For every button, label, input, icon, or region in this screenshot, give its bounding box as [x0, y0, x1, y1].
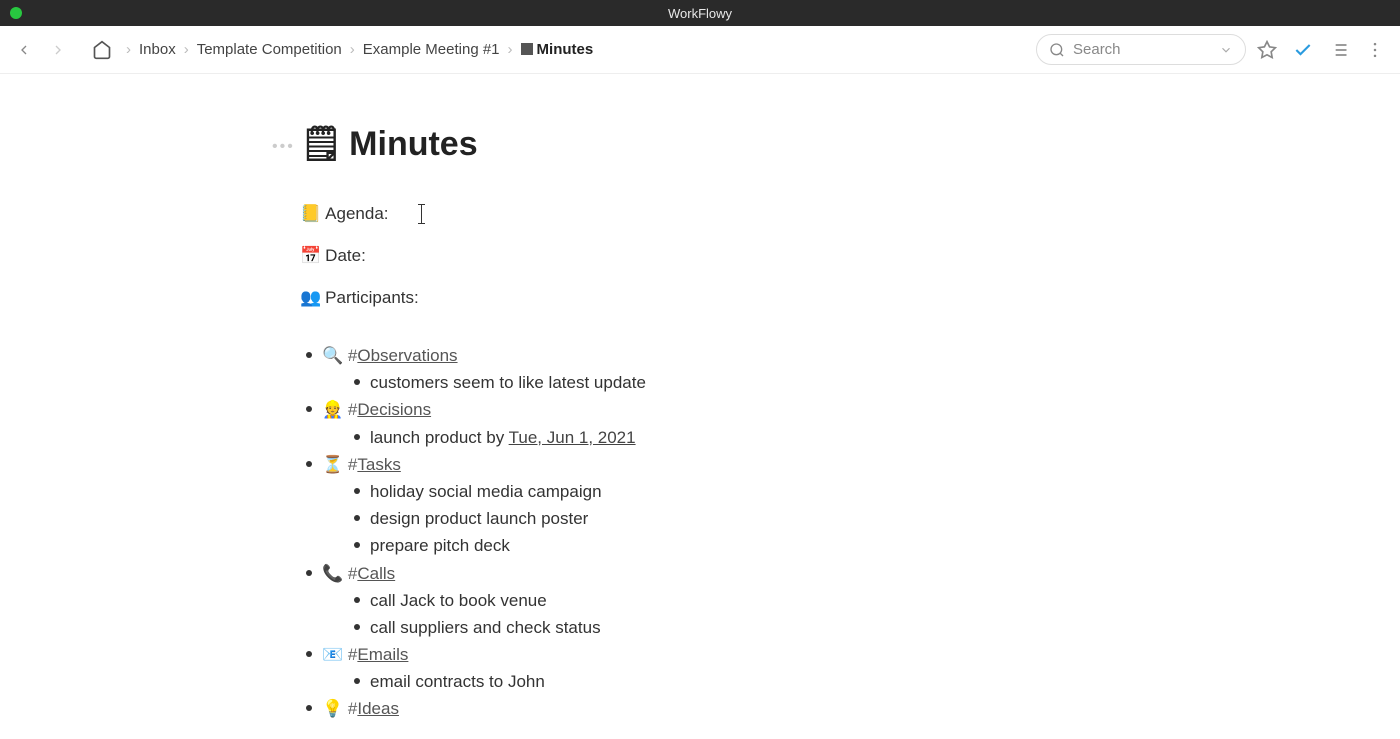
list-item[interactable]: call Jack to book venue [354, 587, 1060, 614]
notepad-icon: 🗒 [300, 124, 343, 164]
document-content: ••• 🗒 Minutes 📒Agenda: 📅Date: 👥Participant… [0, 74, 1400, 723]
breadcrumb: › Inbox › Template Competition › Example… [126, 41, 593, 58]
hashtag-link[interactable]: #Tasks [348, 455, 401, 474]
list-item-text: call Jack to book venue [370, 587, 547, 614]
bullet-icon[interactable] [354, 678, 360, 684]
hashtag-link[interactable]: #Ideas [348, 699, 399, 718]
meta-emoji-icon: 👥 [300, 288, 321, 308]
list-item-text: email contracts to John [370, 668, 545, 695]
text-cursor-icon [421, 205, 422, 223]
home-button[interactable] [88, 36, 116, 64]
bullet-icon[interactable] [354, 379, 360, 385]
app-title: WorkFlowy [668, 6, 732, 21]
page-title[interactable]: 🗒 Minutes [300, 124, 478, 164]
bullet-icon[interactable] [306, 461, 312, 467]
meta-label: Agenda: [325, 204, 388, 224]
search-icon [1049, 42, 1065, 58]
list-item[interactable]: customers seem to like latest update [354, 369, 1060, 396]
section-emoji-icon: ⏳ [322, 451, 343, 478]
list-item[interactable]: 📧 #Emails [306, 641, 1060, 668]
search-placeholder: Search [1073, 41, 1121, 58]
hashtag-link[interactable]: #Observations [348, 346, 458, 365]
bullet-icon[interactable] [306, 352, 312, 358]
bullet-icon[interactable] [306, 570, 312, 576]
breadcrumb-template-competition[interactable]: Template Competition [197, 41, 342, 58]
chevron-right-icon: › [350, 41, 355, 58]
list-item[interactable]: call suppliers and check status [354, 614, 1060, 641]
bullet-icon[interactable] [354, 488, 360, 494]
list-item-text: call suppliers and check status [370, 614, 601, 641]
more-menu-button[interactable] [1360, 35, 1390, 65]
page-title-text: Minutes [349, 125, 477, 164]
hashtag-link[interactable]: #Decisions [348, 400, 431, 419]
traffic-light-close[interactable] [10, 7, 22, 19]
breadcrumb-current-label: Minutes [537, 41, 594, 58]
chevron-right-icon: › [126, 41, 131, 58]
bullet-icon[interactable] [306, 406, 312, 412]
meta-line[interactable]: 📅Date: [300, 246, 1060, 266]
list-item[interactable]: 👷 #Decisions [306, 396, 1060, 423]
list-item-text: customers seem to like latest update [370, 369, 646, 396]
list-item[interactable]: holiday social media campaign [354, 478, 1060, 505]
hashtag-link[interactable]: #Calls [348, 564, 395, 583]
list-item[interactable]: launch product by Tue, Jun 1, 2021 [354, 424, 1060, 451]
document[interactable]: ••• 🗒 Minutes 📒Agenda: 📅Date: 👥Participant… [300, 124, 1060, 723]
bullet-icon[interactable] [354, 515, 360, 521]
section-emoji-icon: 📞 [322, 560, 343, 587]
list-item-text: design product launch poster [370, 505, 588, 532]
drag-handle-icon[interactable]: ••• [272, 138, 295, 156]
bullet-icon[interactable] [354, 434, 360, 440]
chevron-down-icon [1219, 43, 1233, 57]
meta-line[interactable]: 👥Participants: [300, 288, 1060, 308]
section-emoji-icon: 📧 [322, 641, 343, 668]
chevron-right-icon: › [184, 41, 189, 58]
chevron-right-icon: › [508, 41, 513, 58]
document-title-row[interactable]: ••• 🗒 Minutes [300, 124, 1060, 164]
section-emoji-icon: 🔍 [322, 342, 343, 369]
bullet-icon[interactable] [354, 597, 360, 603]
list-item[interactable]: ⏳ #Tasks [306, 451, 1060, 478]
list-view-button[interactable] [1324, 35, 1354, 65]
list-item[interactable]: prepare pitch deck [354, 532, 1060, 559]
star-button[interactable] [1252, 35, 1282, 65]
bullet-icon[interactable] [354, 542, 360, 548]
hashtag-link[interactable]: #Emails [348, 645, 408, 664]
bullet-icon[interactable] [306, 651, 312, 657]
list-item[interactable]: 💡 #Ideas [306, 695, 1060, 722]
list-item-text: launch product by Tue, Jun 1, 2021 [370, 424, 636, 451]
bullet-icon[interactable] [306, 705, 312, 711]
list-item-text: holiday social media campaign [370, 478, 602, 505]
meta-line[interactable]: 📒Agenda: [300, 204, 1060, 224]
bullet-icon[interactable] [354, 624, 360, 630]
complete-toggle-button[interactable] [1288, 35, 1318, 65]
search-input[interactable]: Search [1036, 34, 1246, 65]
list-item[interactable]: design product launch poster [354, 505, 1060, 532]
date-link[interactable]: Tue, Jun 1, 2021 [509, 428, 636, 447]
list-item[interactable]: 📞 #Calls [306, 560, 1060, 587]
breadcrumb-inbox[interactable]: Inbox [139, 41, 176, 58]
nav-forward-button[interactable] [44, 36, 72, 64]
breadcrumb-example-meeting[interactable]: Example Meeting #1 [363, 41, 500, 58]
window-titlebar: WorkFlowy [0, 0, 1400, 26]
list-item[interactable]: email contracts to John [354, 668, 1060, 695]
meta-label: Date: [325, 246, 366, 266]
nav-back-button[interactable] [10, 36, 38, 64]
meta-emoji-icon: 📒 [300, 204, 321, 224]
meta-label: Participants: [325, 288, 419, 308]
list-item[interactable]: 🔍 #Observations [306, 342, 1060, 369]
document-icon [521, 43, 533, 55]
meta-emoji-icon: 📅 [300, 246, 321, 266]
section-emoji-icon: 👷 [322, 396, 343, 423]
list-item-text: prepare pitch deck [370, 532, 510, 559]
breadcrumb-minutes[interactable]: Minutes [521, 41, 594, 58]
traffic-lights [0, 7, 22, 19]
toolbar: › Inbox › Template Competition › Example… [0, 26, 1400, 74]
section-emoji-icon: 💡 [322, 695, 343, 722]
